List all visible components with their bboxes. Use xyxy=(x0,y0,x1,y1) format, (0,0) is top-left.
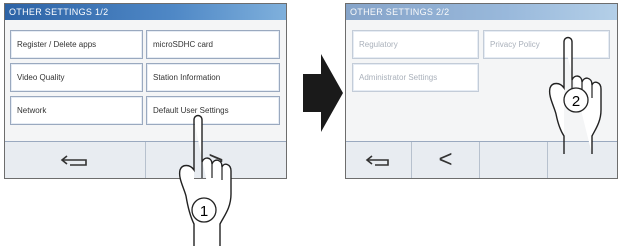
option-regulatory[interactable]: Regulatory xyxy=(352,30,479,59)
bottom-nav-bar: > xyxy=(5,141,286,178)
screen-title: OTHER SETTINGS 1/2 xyxy=(5,4,286,20)
option-administrator-settings[interactable]: Administrator Settings xyxy=(352,63,479,92)
option-network[interactable]: Network xyxy=(10,96,143,125)
step-number-2: 2 xyxy=(572,93,580,110)
pointing-hand-icon: 2 xyxy=(548,36,602,154)
option-microsdhc-card[interactable]: microSDHC card xyxy=(146,30,280,59)
previous-page-button[interactable]: < xyxy=(412,142,480,178)
back-button[interactable] xyxy=(346,142,412,178)
back-arrow-icon xyxy=(60,155,87,166)
screen-title: OTHER SETTINGS 2/2 xyxy=(346,4,617,20)
pointing-hand-icon: 1 xyxy=(178,114,232,246)
empty-nav-slot xyxy=(480,142,548,178)
step-number-1: 1 xyxy=(200,203,208,220)
option-register-delete-apps[interactable]: Register / Delete apps xyxy=(10,30,143,59)
back-button[interactable] xyxy=(5,142,146,178)
option-video-quality[interactable]: Video Quality xyxy=(10,63,143,92)
right-arrow-icon xyxy=(303,54,343,132)
settings-screen-page-1: OTHER SETTINGS 1/2 Register / Delete app… xyxy=(4,3,287,179)
option-station-information[interactable]: Station Information xyxy=(146,63,280,92)
back-arrow-icon xyxy=(365,155,389,166)
